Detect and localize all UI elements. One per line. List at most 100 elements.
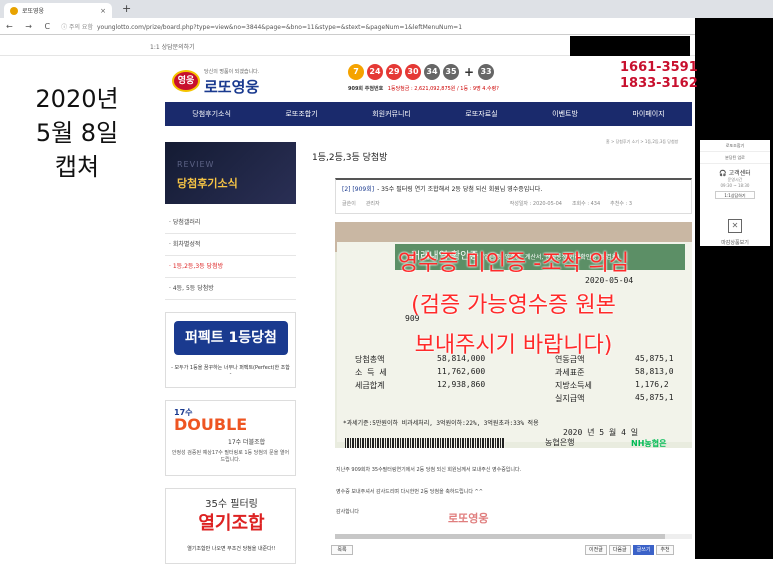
receipt-value: 58,813,0 [635,367,674,376]
address-bar: ← → C ⓘ 주의 요함 younglotto.com/prize/board.… [0,18,773,35]
author-label: 글쓴이 [342,201,356,207]
post-header: [2] [909회] - 35수 필터링 연기 조합해서 2등 당첨 되신 회원님… [335,178,692,214]
tab-close-icon[interactable]: × [100,7,106,15]
promo-perfect[interactable]: 퍼펙트 1등당첨 - 모두가 1등을 꿈꾸하는 너무나 퍼펙트(Perfect)… [165,312,296,388]
new-tab-button[interactable]: + [122,2,131,15]
right-quick-panel: 로또조합기 분당된 업로 🎧 고객센터 운영시간 09:30 ~ 18:30 1… [700,140,770,246]
receipt-bank: 농협은행 [545,438,575,447]
customer-center: 🎧 고객센터 운영시간 09:30 ~ 18:30 [700,168,770,189]
phone-numbers: 1661-3591 1833-3162 [620,60,698,92]
side-menu-item[interactable]: · 당첨갤러리 [165,212,296,234]
overlay-warning-line: (검증 가능영수증 원본 [411,293,616,318]
lotto-ball: 7 [348,64,364,80]
quick-link[interactable]: 분당된 업로 [700,152,770,164]
nh-bank-logo: NH농협은 [631,439,667,448]
receipt-value: 실지급액 [555,394,585,403]
caption-line: 5월 8일 [35,119,119,147]
caption-line: 캡쳐 [54,153,100,181]
nav-item-combiner[interactable]: 로또조합기 [285,109,317,119]
overlay-warning-line: 보내주시기 바랍니다) [414,333,613,358]
promo-double-title: DOUBLE [174,415,248,434]
nav-item-reviews[interactable]: 당첨후기소식 [192,109,231,119]
recommend-button[interactable]: 추천 [656,545,674,555]
left-sidebar: REVIEW 당첨후기소식 · 당첨갤러리 · 회차별성적 · 1등,2등,3등… [165,142,296,564]
receipt-barcode [345,438,505,448]
receipt-value: 12,938,860 [437,380,486,389]
logo-name: 로또영웅 [204,78,260,96]
logo-slogan: 당신의 명품이 되겠습니다. [204,69,260,75]
side-menu: · 당첨갤러리 · 회차별성적 · 1등,2등,3등 당첨방 · 4등, 5등 … [165,212,296,300]
lotto-ball: 24 [367,64,383,80]
lotto-ball: 34 [424,64,440,80]
author-name: 관리자 [365,201,380,207]
nav-item-community[interactable]: 회원커뮤니티 [372,109,411,119]
winning-numbers: 7 24 29 30 34 35 +33 [348,64,497,80]
closed-products-link[interactable]: 마감상품보기 [700,239,770,246]
side-menu-item[interactable]: · 회차별성적 [165,234,296,256]
promo-filter[interactable]: 35수 필터링 열기조합 열기조합만 나오면 무조건 당첨을 내준다!! [165,488,296,564]
banner-en: REVIEW [177,160,215,169]
receipt-date: 2020-05-04 [585,276,634,285]
receipt-tax-note: *과세기준:5만원이하 비과세처리, 3억원이하:22%, 3억원초과:33% … [343,420,539,427]
redaction-box [570,36,690,56]
post-likes[interactable]: 추천수 : 3 [610,200,632,207]
write-button[interactable]: 글쓰기 [632,545,655,555]
next-post-button[interactable]: 다음글 [608,545,631,555]
post-number: [2] [909회] [342,186,375,193]
lotto-ball: 33 [478,64,495,80]
headset-icon: 🎧 [719,170,727,177]
review-banner: REVIEW 당첨후기소식 [165,142,296,204]
browser-tab[interactable]: 로또영웅 × [4,3,112,18]
nav-item-archive[interactable]: 로또자료실 [465,109,497,119]
cs-title: 고객센터 [728,170,751,177]
bookmark-link[interactable]: 1:1 상담문의하기 [150,42,195,51]
post-body-line: 지난주 909회차 35수필터링연기에서 2등 당첨 되신 회원님께서 보내주신… [336,467,522,473]
promo-perfect-title: 퍼펙트 1등당첨 [174,321,288,355]
receipt-value: 과세표준 [555,368,585,377]
quick-link[interactable]: 로또조합기 [700,140,770,152]
side-menu-item[interactable]: · 1등,2등,3등 당첨방 [165,256,296,278]
draw-detail: 1등당첨금 : 2,621,092,875원 / 1등 : 9명 4.수령? [387,86,499,92]
receipt-value: 11,762,600 [437,367,486,376]
prev-post-button[interactable]: 이전글 [585,545,607,555]
cs-chat-button[interactable]: 1:1상담하기 [715,191,755,199]
promo-filter-desc: 열기조합만 나오면 무조건 당첨을 내준다!! [187,546,276,552]
post-meta: 글쓴이 관리자 작성일자 : 2020-05-04 조회수 : 434 추천수 … [342,200,687,207]
promo-double[interactable]: 17수 DOUBLE 17수 더블조합 안정성 검증된 예상17수 필터링로 1… [165,400,296,476]
caption-line: 2020년 [35,85,119,113]
promo-double-desc: 안정성 검증된 예상17수 필터링로 1등 당첨의 문을 열어드립니다. [171,450,290,463]
bonus-plus: + [464,65,475,79]
main-nav: 당첨후기소식 로또조합기 회원커뮤니티 로또자료실 이벤트방 마이페이지 [165,102,692,126]
promo-filter-title: 열기조합 [198,513,265,534]
side-menu-item[interactable]: · 4등, 5등 당첨방 [165,278,296,300]
banner-ko: 당첨후기소식 [177,177,238,190]
site-logo[interactable]: 영웅 당신의 명품이 되겠습니다. 로또영웅 [172,66,282,98]
browser-nav-buttons[interactable]: ← → C [6,22,55,31]
post-title-text: - 35수 필터링 연기 조합해서 2등 당첨 되신 회원님 영수증입니다. [377,186,543,193]
url-field[interactable]: ⓘ 주의 요함 younglotto.com/prize/board.php?ty… [61,22,462,31]
closed-products-icon[interactable]: ✕ [728,219,742,233]
promo-filter-count: 35수 필터링 [205,499,258,510]
nav-item-mypage[interactable]: 마이페이지 [632,109,664,119]
breadcrumb: 홈 > 당첨후기 소기 > 1등,2등,3등 당첨방 [606,139,679,144]
post-body-line: 감사합니다 [336,509,360,515]
receipt-value: 1,176,2 [635,380,669,389]
promo-double-sub: 17수 더블조합 [228,439,266,446]
post-title: [2] [909회] - 35수 필터링 연기 조합해서 2등 당첨 되신 회원님… [342,184,542,193]
list-button[interactable]: 목록 [331,545,353,555]
page-title: 1등,2등,3등 당첨방 [312,153,388,163]
post-date: 작성일자 : 2020-05-04 [509,201,562,207]
draw-label: 909회 주첨번호 [348,86,384,92]
lotto-ball: 35 [443,64,459,80]
nav-item-events[interactable]: 이벤트방 [552,109,578,119]
tab-title: 로또영웅 [22,8,45,15]
receipt-value: 소 득 세 [355,368,387,377]
security-indicator[interactable]: ⓘ 주의 요함 [61,24,93,31]
site-favicon-icon [10,6,18,15]
browser-tabbar: 로또영웅 × + [0,0,773,18]
promo-perfect-desc: - 모두가 1등을 꿈꾸하는 너무나 퍼펙트(Perfect)한 조합 - [171,365,290,377]
phone-number: 1833-3162 [620,76,698,91]
scrollbar-thumb[interactable] [335,534,665,539]
post-actions: 이전글 다음글 글쓰기 추천 [583,545,674,555]
horizontal-scrollbar[interactable] [335,534,692,539]
